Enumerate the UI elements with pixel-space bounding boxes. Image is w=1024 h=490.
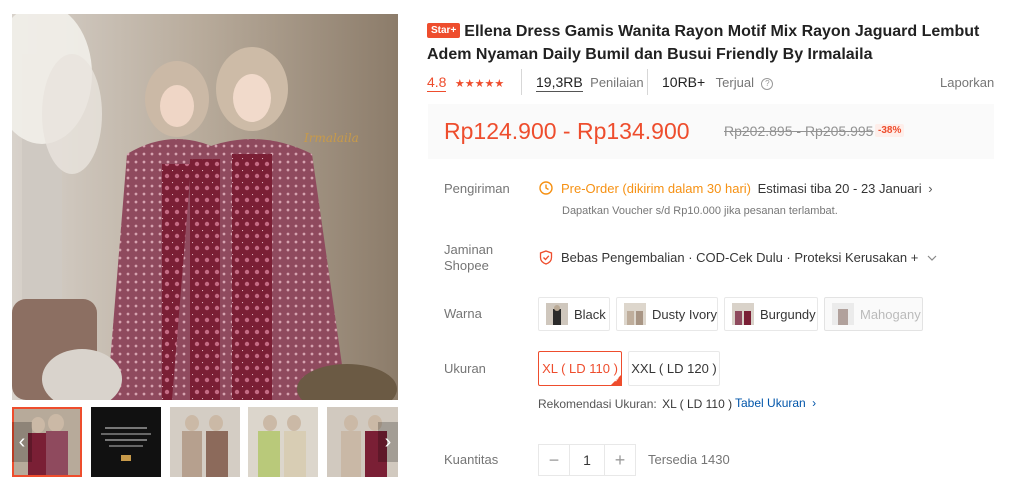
thumbnail-image <box>170 407 240 477</box>
quantity-input[interactable]: 1 <box>570 444 604 476</box>
quantity-increase-button[interactable]: + <box>604 444 636 476</box>
size-chart-link[interactable]: Tabel Ukuran › <box>735 396 816 410</box>
color-label: Warna <box>444 306 482 321</box>
late-voucher-note: Dapatkan Voucher s/d Rp10.000 jika pesan… <box>562 205 838 217</box>
reviews-count[interactable]: 19,3RB Penilaian <box>536 74 644 92</box>
color-option-label: Burgundy <box>760 306 816 322</box>
quantity-decrease-button[interactable]: − <box>538 444 570 476</box>
shipping-label: Pengiriman <box>444 181 510 196</box>
original-price: Rp202.895 - Rp205.995 <box>724 123 874 139</box>
sold-number: 10RB+ <box>662 74 706 90</box>
help-icon[interactable]: ? <box>761 78 774 90</box>
product-title-block: Star+ Ellena Dress Gamis Wanita Rayon Mot… <box>427 20 997 66</box>
gallery-next-button[interactable]: › <box>378 422 398 462</box>
color-option-black[interactable]: Black <box>538 297 610 331</box>
reviews-label: Penilaian <box>590 75 644 90</box>
current-price: Rp124.900 - Rp134.900 <box>444 118 690 144</box>
clock-icon <box>539 181 553 200</box>
swatch-image <box>546 303 568 325</box>
swatch-image <box>832 303 854 325</box>
product-title: Ellena Dress Gamis Wanita Rayon Motif Mi… <box>427 23 980 63</box>
shield-icon <box>539 250 553 270</box>
swatch-image <box>624 303 646 325</box>
chevron-down-icon <box>927 250 937 266</box>
color-option-dusty-ivory[interactable]: Dusty Ivory <box>616 297 718 331</box>
rating-value: 4.8 <box>427 74 447 92</box>
guarantee-dropdown[interactable]: Bebas Pengembalian · COD-Cek Dulu · Prot… <box>561 250 937 266</box>
size-option-label: XL ( LD 110 ) <box>542 361 618 376</box>
size-option-label: XXL ( LD 120 ) <box>631 361 717 376</box>
star-icon: ★★★★★ <box>454 78 505 90</box>
color-option-mahogany[interactable]: Mahogany <box>824 297 923 331</box>
rating-stars: ★★★★★ <box>455 78 504 90</box>
chevron-right-icon: › <box>384 431 392 453</box>
chevron-right-icon: › <box>928 181 933 196</box>
guarantee-label-line1: Jaminan <box>444 242 494 257</box>
check-icon: ✓ <box>614 377 620 384</box>
guarantee-text: Bebas Pengembalian · COD-Cek Dulu · Prot… <box>561 250 919 265</box>
color-option-burgundy[interactable]: Burgundy <box>724 297 818 331</box>
report-link[interactable]: Laporkan <box>940 75 994 90</box>
main-product-image[interactable]: Irmalaila <box>12 14 398 400</box>
color-option-label: Dusty Ivory <box>652 306 718 322</box>
chevron-right-icon: › <box>812 396 817 410</box>
product-photo: Irmalaila <box>12 14 398 400</box>
discount-badge: -38% <box>875 124 905 137</box>
quantity-label: Kuantitas <box>444 452 499 467</box>
swatch-image <box>732 303 754 325</box>
shipping-info[interactable]: Pre-Order (dikirim dalam 30 hari) Estima… <box>561 181 933 197</box>
sold-count: 10RB+ Terjual ? <box>662 74 774 92</box>
color-option-label: Mahogany <box>860 306 921 322</box>
guarantee-label-line2: Shopee <box>444 258 489 273</box>
rating-summary[interactable]: 4.8 ★★★★★ <box>427 74 504 92</box>
thumbnail-image <box>248 407 318 477</box>
size-chart-label: Tabel Ukuran <box>735 396 806 410</box>
size-label: Ukuran <box>444 361 486 376</box>
reviews-number: 19,3RB <box>536 74 583 92</box>
size-recommendation: Rekomendasi Ukuran: XL ( LD 110 ) <box>538 397 732 411</box>
stock-available: Tersedia 1430 <box>648 452 730 467</box>
delivery-estimate: Estimasi tiba 20 - 23 Januari <box>757 181 922 196</box>
size-option-xl[interactable]: XL ( LD 110 ) ✓ <box>538 351 622 386</box>
sold-label: Terjual <box>715 75 754 90</box>
thumbnail-4[interactable] <box>248 407 318 477</box>
preorder-text: Pre-Order (dikirim dalam 30 hari) <box>561 181 751 196</box>
thumbnail-3[interactable] <box>170 407 240 477</box>
recommend-value: XL ( LD 110 ) <box>662 397 733 411</box>
watermark-signature: Irmalaila <box>303 131 359 145</box>
star-plus-badge: Star+ <box>427 23 461 38</box>
stats-divider <box>521 69 522 95</box>
thumbnail-image <box>91 407 161 477</box>
color-option-label: Black <box>574 306 606 322</box>
stats-divider <box>647 69 648 95</box>
guarantee-label: Jaminan Shopee <box>444 242 493 274</box>
size-option-xxl[interactable]: XXL ( LD 120 ) <box>628 351 720 386</box>
thumbnail-2[interactable] <box>91 407 161 477</box>
chevron-left-icon: ‹ <box>18 431 26 453</box>
recommend-label: Rekomendasi Ukuran: <box>538 397 657 411</box>
gallery-prev-button[interactable]: ‹ <box>12 422 32 462</box>
